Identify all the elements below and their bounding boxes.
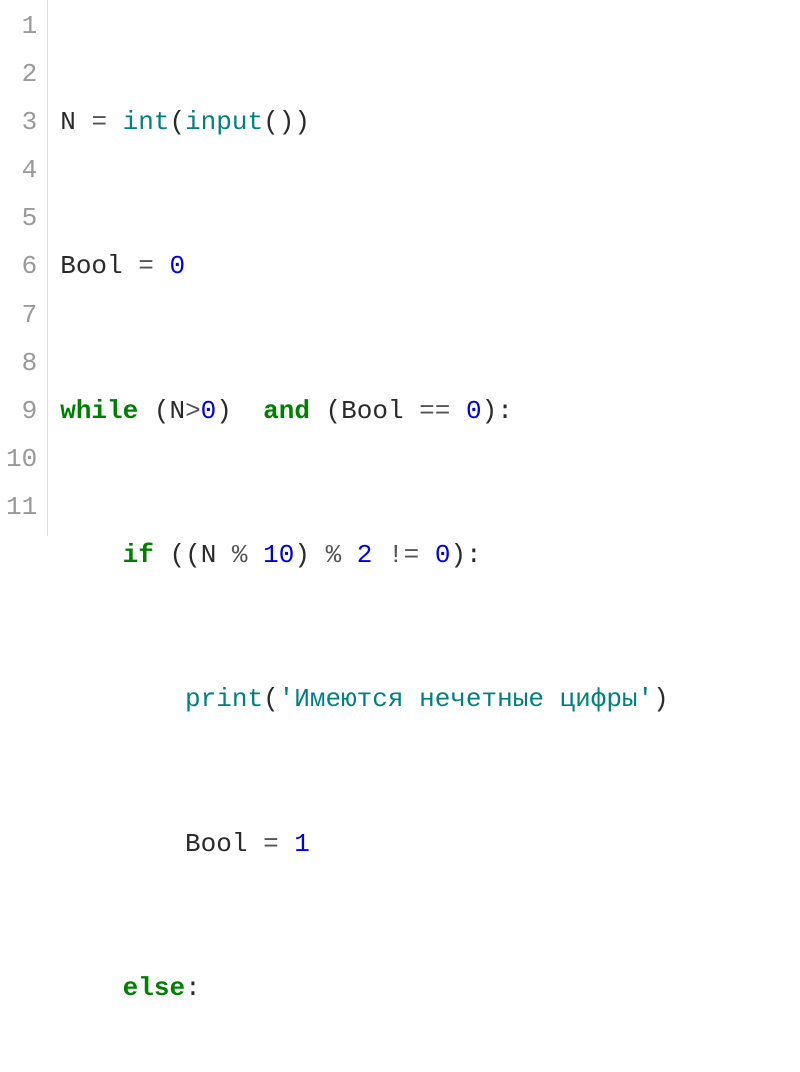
paren: ) xyxy=(294,107,310,137)
number: 0 xyxy=(435,540,451,570)
string: 'Имеются нечетные цифры' xyxy=(279,684,653,714)
number: 0 xyxy=(169,251,185,281)
operator: = xyxy=(138,251,154,281)
variable: Bool xyxy=(341,396,403,426)
indent xyxy=(60,540,122,570)
paren: ( xyxy=(263,107,279,137)
paren: ( xyxy=(326,396,342,426)
paren: ( xyxy=(263,684,279,714)
colon: : xyxy=(185,973,201,1003)
operator: % xyxy=(232,540,248,570)
line-number: 3 xyxy=(6,98,37,146)
line-number: 4 xyxy=(6,146,37,194)
keyword: while xyxy=(60,396,138,426)
line-number-gutter: 1 2 3 4 5 6 7 8 9 10 11 xyxy=(0,0,48,536)
code-line-1: N = int(input()) xyxy=(60,98,669,146)
variable: Bool xyxy=(185,829,247,859)
paren: ) xyxy=(482,396,498,426)
operator: == xyxy=(419,396,450,426)
line-number: 7 xyxy=(6,291,37,339)
colon: : xyxy=(497,396,513,426)
line-number: 5 xyxy=(6,194,37,242)
number: 10 xyxy=(263,540,294,570)
keyword: else xyxy=(123,973,185,1003)
indent xyxy=(60,973,122,1003)
code-line-4: if ((N % 10) % 2 != 0): xyxy=(60,531,669,579)
code-line-5: print('Имеются нечетные цифры') xyxy=(60,675,669,723)
number: 1 xyxy=(294,829,310,859)
paren: ( xyxy=(169,540,185,570)
code-line-2: Bool = 0 xyxy=(60,242,669,290)
paren: ) xyxy=(653,684,669,714)
operator: = xyxy=(263,829,279,859)
code-line-3: while (N>0) and (Bool == 0): xyxy=(60,387,669,435)
operator: != xyxy=(388,540,419,570)
indent xyxy=(60,684,185,714)
paren: ) xyxy=(279,107,295,137)
paren: ( xyxy=(169,107,185,137)
code-line-6: Bool = 1 xyxy=(60,820,669,868)
number: 0 xyxy=(201,396,217,426)
line-number: 6 xyxy=(6,242,37,290)
colon: : xyxy=(466,540,482,570)
code-area[interactable]: N = int(input()) Bool = 0 while (N>0) an… xyxy=(48,0,669,536)
line-number: 8 xyxy=(6,339,37,387)
operator: % xyxy=(326,540,342,570)
line-number: 9 xyxy=(6,387,37,435)
line-number: 10 xyxy=(6,435,37,483)
number: 2 xyxy=(357,540,373,570)
variable: N xyxy=(169,396,185,426)
function-call: print xyxy=(185,684,263,714)
operator: = xyxy=(91,107,107,137)
paren: ) xyxy=(294,540,310,570)
paren: ( xyxy=(154,396,170,426)
number: 0 xyxy=(466,396,482,426)
operator: > xyxy=(185,396,201,426)
variable: Bool xyxy=(60,251,122,281)
function-call: int xyxy=(123,107,170,137)
line-number: 1 xyxy=(6,2,37,50)
code-line-7: else: xyxy=(60,964,669,1012)
paren: ) xyxy=(450,540,466,570)
line-number: 11 xyxy=(6,483,37,531)
code-editor: 1 2 3 4 5 6 7 8 9 10 11 N = int(input())… xyxy=(0,0,800,536)
variable: N xyxy=(60,107,76,137)
indent xyxy=(60,829,185,859)
paren: ) xyxy=(216,396,232,426)
keyword: and xyxy=(263,396,310,426)
variable: N xyxy=(201,540,217,570)
function-call: input xyxy=(185,107,263,137)
paren: ( xyxy=(185,540,201,570)
line-number: 2 xyxy=(6,50,37,98)
keyword: if xyxy=(123,540,154,570)
